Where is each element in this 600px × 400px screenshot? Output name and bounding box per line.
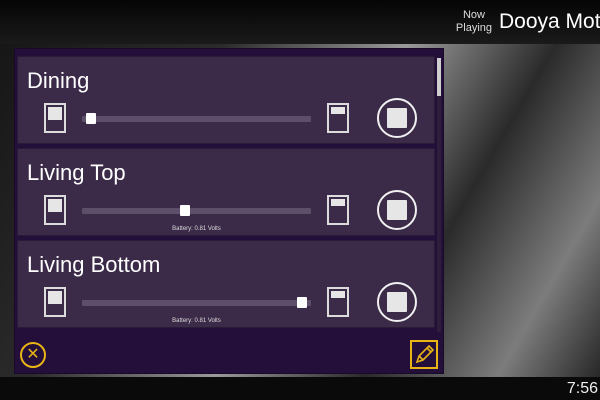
close-circle-icon[interactable]: ✕	[20, 342, 46, 368]
clock: 7:56	[566, 380, 598, 397]
shade-close-icon[interactable]	[327, 287, 349, 317]
shade-open-icon[interactable]	[44, 195, 66, 225]
stop-button[interactable]	[377, 282, 417, 322]
stop-icon	[387, 292, 407, 312]
shade-card-dining: Dining	[17, 56, 435, 144]
slider-thumb[interactable]	[86, 113, 97, 124]
shades-panel: Dining Living Top Battery: 0.81 Volts Li…	[14, 48, 444, 374]
stop-button[interactable]	[377, 190, 417, 230]
pencil-glyph	[415, 344, 435, 364]
shade-card-living-bottom: Living Bottom Battery: 0.81 Volts	[17, 240, 435, 328]
pencil-icon[interactable]	[410, 340, 438, 369]
shade-name: Dining	[27, 68, 90, 93]
stop-icon	[387, 108, 407, 128]
now-playing-title[interactable]: Dooya Motor	[499, 10, 600, 34]
shade-name: Living Top	[27, 160, 126, 185]
bottom-bar	[0, 377, 600, 400]
list-scrollbar[interactable]	[437, 58, 441, 332]
battery-text: Battery: 0.81 Volts	[172, 226, 221, 232]
shade-open-icon[interactable]	[44, 287, 66, 317]
panel-footer: ✕	[15, 335, 443, 373]
shade-close-icon[interactable]	[327, 103, 349, 133]
shade-open-icon[interactable]	[44, 103, 66, 133]
shade-list[interactable]: Dining Living Top Battery: 0.81 Volts Li…	[17, 56, 435, 331]
now-playing-label: Now Playing	[456, 9, 492, 35]
top-bar: Now Playing Dooya Motor	[0, 0, 600, 44]
stop-icon	[387, 200, 407, 220]
shade-position-slider[interactable]	[82, 297, 311, 308]
battery-text: Battery: 0.81 Volts	[172, 318, 221, 324]
stop-button[interactable]	[377, 98, 417, 138]
shade-card-living-top: Living Top Battery: 0.81 Volts	[17, 148, 435, 236]
slider-thumb[interactable]	[296, 297, 307, 308]
shade-name: Living Bottom	[27, 252, 161, 277]
now-playing-line1: Now	[462, 9, 485, 21]
shade-position-slider[interactable]	[82, 113, 311, 124]
shade-position-slider[interactable]	[82, 205, 311, 216]
shade-close-icon[interactable]	[327, 195, 349, 225]
slider-thumb[interactable]	[180, 205, 191, 216]
now-playing-line2: Playing	[455, 22, 492, 34]
scrollbar-handle[interactable]	[437, 58, 441, 96]
